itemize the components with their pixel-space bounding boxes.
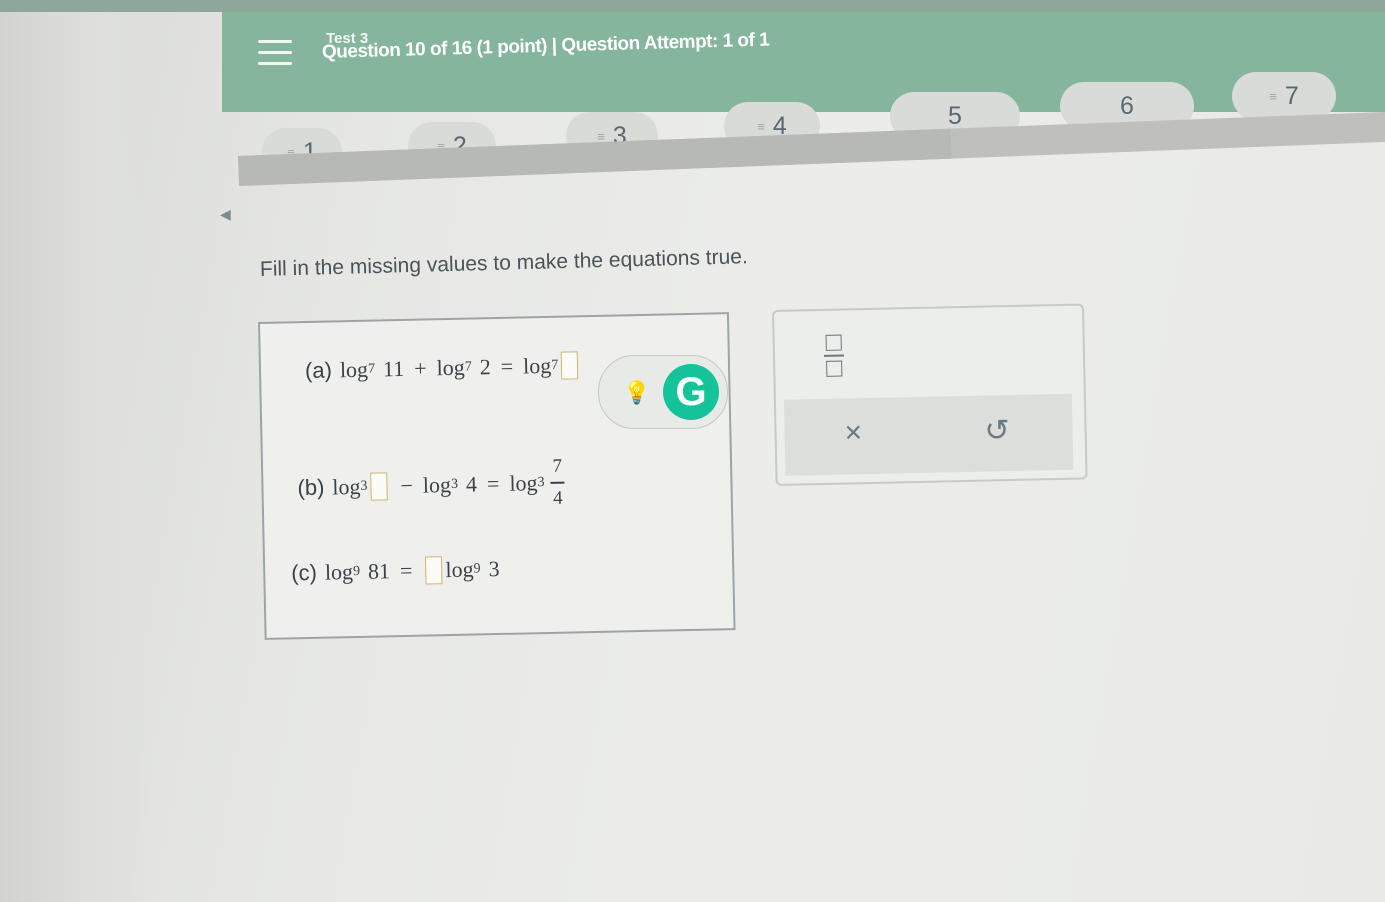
equation-c: (c) log 9 81 = log 9 3 bbox=[291, 555, 500, 587]
log-term: log bbox=[522, 352, 552, 379]
math-tools-panel: × ↺ bbox=[772, 303, 1088, 486]
log-base: 7 bbox=[464, 359, 472, 375]
answer-input-c[interactable] bbox=[425, 556, 443, 585]
log-term: log bbox=[509, 469, 538, 496]
fraction-bar bbox=[550, 481, 565, 484]
log-base: 3 bbox=[450, 476, 459, 492]
equation-b: (b) log 3 − log 3 4 = log 3 7 4 bbox=[297, 456, 565, 515]
grammarly-logo-icon[interactable]: G bbox=[663, 364, 719, 420]
log-argument: 81 bbox=[367, 558, 391, 584]
equals-sign: = bbox=[399, 557, 413, 584]
question-nav-7[interactable]: ≡ 7 bbox=[1232, 72, 1336, 120]
equation-label: (a) bbox=[304, 357, 333, 384]
log-argument: 3 bbox=[488, 555, 500, 582]
log-base: 3 bbox=[537, 474, 545, 490]
fraction: 7 4 bbox=[550, 456, 565, 510]
operator: − bbox=[400, 472, 414, 498]
question-nav-label: 5 bbox=[948, 101, 962, 130]
hamburger-menu-icon[interactable] bbox=[258, 40, 292, 72]
equation-a: (a) log 7 11 + log 7 2 = log 7 bbox=[305, 351, 582, 385]
log-base: 9 bbox=[473, 561, 481, 577]
log-term: log bbox=[332, 473, 361, 500]
question-nav-label: 6 bbox=[1120, 91, 1134, 120]
fraction-denominator: 4 bbox=[552, 487, 563, 509]
log-argument: 4 bbox=[465, 471, 478, 497]
log-term: log bbox=[436, 354, 466, 381]
log-argument: 2 bbox=[479, 354, 491, 380]
collapse-arrow-icon[interactable]: ◀ bbox=[220, 206, 231, 223]
flag-icon: ≡ bbox=[757, 118, 765, 134]
operator: + bbox=[413, 355, 427, 381]
log-term: log bbox=[422, 471, 452, 498]
undo-icon[interactable]: ↺ bbox=[984, 413, 1010, 449]
lightbulb-icon[interactable]: 💡 bbox=[623, 380, 650, 406]
equals-sign: = bbox=[500, 353, 514, 379]
question-nav-label: 7 bbox=[1284, 81, 1299, 110]
log-term: log bbox=[445, 556, 474, 583]
fraction-numerator: 7 bbox=[552, 455, 563, 477]
log-base: 3 bbox=[360, 478, 368, 494]
equals-sign: = bbox=[486, 470, 500, 496]
log-term: log bbox=[324, 559, 354, 585]
log-base: 9 bbox=[352, 563, 361, 580]
fraction-icon[interactable] bbox=[823, 334, 846, 382]
equation-label: (b) bbox=[297, 474, 325, 500]
top-strip bbox=[0, 0, 1385, 12]
grammarly-widget[interactable]: 💡 G bbox=[598, 355, 728, 429]
answer-input-a[interactable] bbox=[560, 351, 579, 380]
log-base: 7 bbox=[367, 361, 376, 377]
equation-label: (c) bbox=[290, 559, 318, 586]
log-argument: 11 bbox=[382, 355, 405, 382]
answer-input-b[interactable] bbox=[370, 472, 388, 501]
left-page-margin bbox=[0, 0, 150, 902]
log-term: log bbox=[339, 356, 369, 383]
tool-actions-bar: × ↺ bbox=[783, 393, 1074, 476]
clear-icon[interactable]: × bbox=[844, 416, 862, 450]
flag-icon: ≡ bbox=[1269, 88, 1277, 104]
log-base: 7 bbox=[551, 357, 559, 373]
